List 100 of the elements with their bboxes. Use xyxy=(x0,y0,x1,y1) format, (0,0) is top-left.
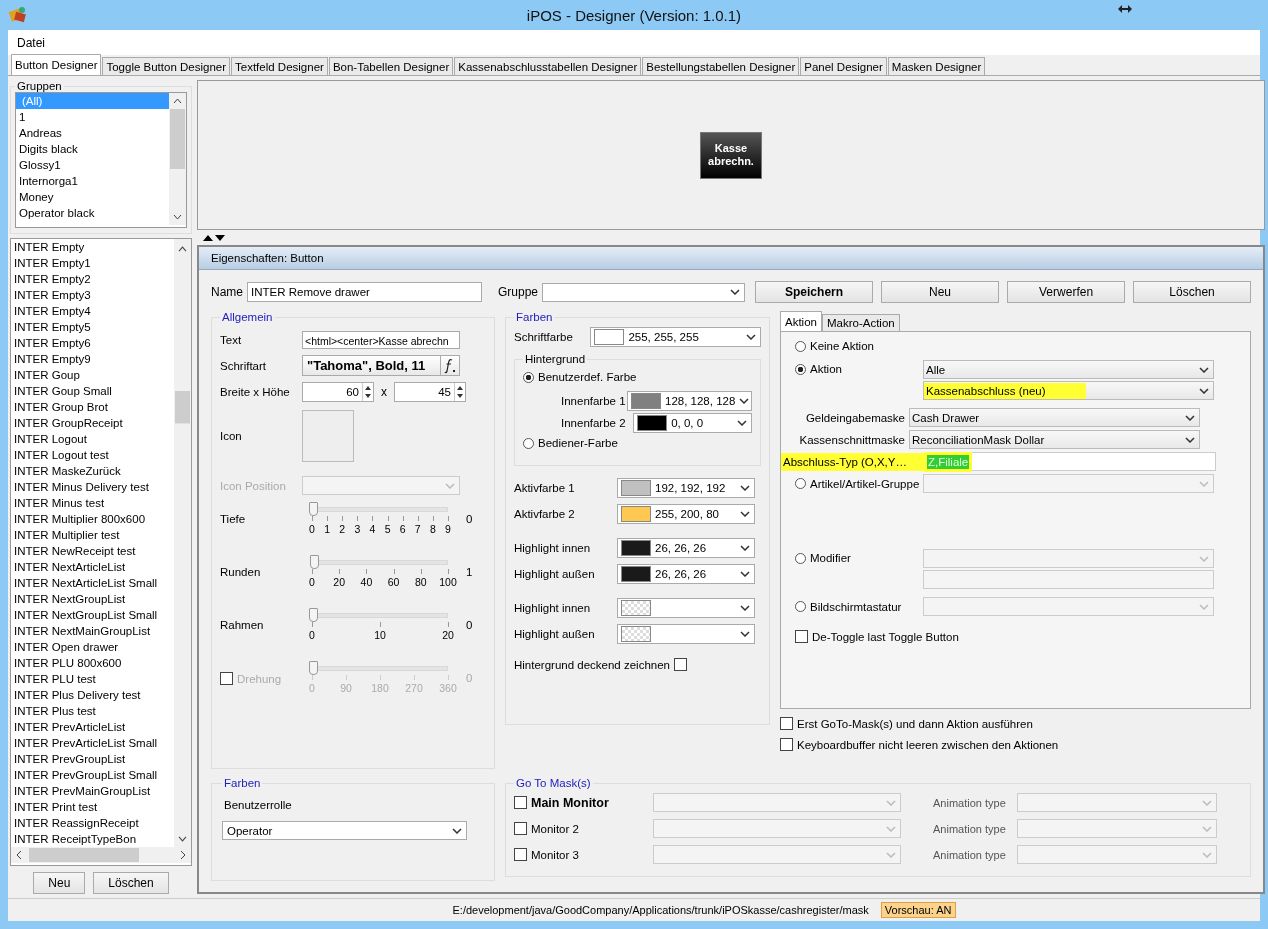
list-item[interactable]: Operator black xyxy=(16,205,169,221)
color-dropdown[interactable]: 0, 0, 0 xyxy=(633,413,752,433)
radio-button[interactable] xyxy=(795,340,806,352)
list-item[interactable]: INTER Multiplier test xyxy=(11,527,174,543)
vertical-scrollbar[interactable] xyxy=(174,239,191,847)
list-item[interactable]: INTER Print test xyxy=(11,799,174,815)
list-item[interactable]: INTER NewReceipt test xyxy=(11,543,174,559)
horizontal-scrollbar[interactable] xyxy=(11,847,191,863)
list-item[interactable]: INTER PrevGroupList Small xyxy=(11,767,174,783)
checkbox[interactable] xyxy=(674,658,687,671)
list-item[interactable]: INTER Empty6 xyxy=(11,335,174,351)
tab[interactable]: Bon-Tabellen Designer xyxy=(328,57,454,75)
list-item[interactable]: INTER ReceiptTypeBon xyxy=(11,831,174,847)
slider[interactable]: 0 10 20 xyxy=(300,607,460,647)
action-button[interactable]: Neu xyxy=(881,281,1000,303)
list-item[interactable]: INTER Minus test xyxy=(11,495,174,511)
list-item[interactable]: INTER PrevMainGroupList xyxy=(11,783,174,799)
preview-button[interactable]: Kasse abrechn. xyxy=(700,131,762,179)
menu-item[interactable]: Datei xyxy=(12,35,50,50)
name-field[interactable]: INTER Remove drawer xyxy=(247,282,482,302)
list-item[interactable]: INTER NextArticleList xyxy=(11,559,174,575)
text-field[interactable]: <html><center>Kasse abrechn xyxy=(302,331,460,349)
list-item[interactable]: INTER Logout test xyxy=(11,447,174,463)
radio-button[interactable] xyxy=(795,601,806,612)
list-item[interactable]: INTER Empty xyxy=(11,239,174,255)
slider[interactable]: 0 1 2 3 4 5 6 7 8 9 xyxy=(300,501,460,541)
list-item[interactable]: INTER NextGroupList xyxy=(11,591,174,607)
list-item[interactable]: INTER PrevArticleList Small xyxy=(11,735,174,751)
list-item[interactable]: INTER ReassignReceipt xyxy=(11,815,174,831)
list-item[interactable]: INTER NextArticleList Small xyxy=(11,575,174,591)
radio-button[interactable] xyxy=(523,371,534,383)
tab[interactable]: Panel Designer xyxy=(800,57,887,75)
color-dropdown[interactable]: 255, 200, 80 xyxy=(617,504,755,524)
icon-picker[interactable] xyxy=(302,410,354,462)
list-item[interactable]: INTER Plus Delivery test xyxy=(11,687,174,703)
list-item[interactable]: INTER Open drawer xyxy=(11,639,174,655)
list-item[interactable]: INTER Multiplier 800x600 xyxy=(11,511,174,527)
list-item[interactable]: INTER PLU 800x600 xyxy=(11,655,174,671)
role-dropdown[interactable]: Operator xyxy=(222,821,467,840)
color-dropdown[interactable]: 26, 26, 26 xyxy=(617,564,755,584)
list-item[interactable]: INTER GroupReceipt xyxy=(11,415,174,431)
list-action-button[interactable]: Löschen xyxy=(93,872,169,894)
list-item[interactable]: Glossy1 xyxy=(16,157,169,173)
slider-thumb[interactable] xyxy=(309,502,318,516)
list-item[interactable]: INTER NextMainGroupList xyxy=(11,623,174,639)
checkbox[interactable] xyxy=(780,717,793,730)
list-item[interactable]: INTER Empty4 xyxy=(11,303,174,319)
tab[interactable]: Kassenabschlusstabellen Designer xyxy=(454,57,642,75)
action-button[interactable]: Verwerfen xyxy=(1007,281,1126,303)
height-spinner[interactable]: 45 xyxy=(394,382,466,402)
tab[interactable]: Bestellungstabellen Designer xyxy=(642,57,800,75)
list-item[interactable]: INTER Group Brot xyxy=(11,399,174,415)
tab[interactable]: Aktion xyxy=(780,311,822,331)
list-item[interactable]: INTER Logout xyxy=(11,431,174,447)
list-item[interactable]: INTER Minus Delivery test xyxy=(11,479,174,495)
checkbox[interactable] xyxy=(514,822,527,835)
list-item[interactable]: Andreas xyxy=(16,125,169,141)
color-dropdown[interactable]: 192, 192, 192 xyxy=(617,478,755,498)
slider-thumb[interactable] xyxy=(309,608,318,622)
list-item[interactable]: INTER PrevGroupList xyxy=(11,751,174,767)
radio-button[interactable] xyxy=(523,437,534,449)
list-item[interactable]: Digits black xyxy=(16,141,169,157)
mask-dropdown[interactable]: Cash Drawer xyxy=(909,408,1200,427)
radio-button[interactable] xyxy=(795,478,806,489)
list-item[interactable]: INTER Empty1 xyxy=(11,255,174,271)
resize-icon[interactable] xyxy=(1118,5,1132,13)
color-dropdown[interactable] xyxy=(617,624,755,644)
font-button[interactable]: "Tahoma", Bold, 11 xyxy=(302,355,460,376)
list-item[interactable]: INTER Empty5 xyxy=(11,319,174,335)
tab[interactable]: Masken Designer xyxy=(887,57,986,75)
list-item[interactable]: INTER PrevArticleList xyxy=(11,719,174,735)
color-dropdown[interactable]: 255, 255, 255 xyxy=(590,327,761,347)
list-item[interactable]: INTER Empty2 xyxy=(11,271,174,287)
checkbox[interactable] xyxy=(514,796,527,809)
list-item[interactable]: INTER Empty3 xyxy=(11,287,174,303)
list-item[interactable]: INTER Goup xyxy=(11,367,174,383)
checkbox[interactable] xyxy=(780,738,793,751)
list-item[interactable]: INTER MaskeZurück xyxy=(11,463,174,479)
category-dropdown[interactable]: Alle xyxy=(923,360,1214,379)
action-button[interactable]: Speichern xyxy=(755,281,874,303)
color-dropdown[interactable]: 128, 128, 128 xyxy=(627,391,752,411)
group-dropdown[interactable] xyxy=(542,282,746,302)
color-dropdown[interactable] xyxy=(617,598,755,618)
width-spinner[interactable]: 60 xyxy=(302,382,374,402)
checkbox[interactable] xyxy=(514,848,527,861)
tab[interactable]: Button Designer xyxy=(11,54,102,75)
list-item[interactable]: Money xyxy=(16,189,169,205)
vertical-scrollbar[interactable] xyxy=(169,93,186,225)
list-action-button[interactable]: Neu xyxy=(33,872,86,894)
list-item[interactable]: INTER Plus test xyxy=(11,703,174,719)
action-dropdown[interactable]: Kassenabschluss (neu) xyxy=(923,381,1214,400)
radio-button[interactable] xyxy=(795,363,806,375)
slider-thumb[interactable] xyxy=(310,555,320,569)
radio-button[interactable] xyxy=(795,552,806,564)
slider[interactable]: 0 20 40 60 80 100 xyxy=(300,554,460,594)
checkbox[interactable] xyxy=(795,630,808,643)
list-item[interactable]: INTER Goup Small xyxy=(11,383,174,399)
modifier-field[interactable] xyxy=(923,570,1214,589)
mask-dropdown[interactable]: ReconciliationMask Dollar xyxy=(909,430,1200,449)
action-button[interactable]: Löschen xyxy=(1133,281,1252,303)
